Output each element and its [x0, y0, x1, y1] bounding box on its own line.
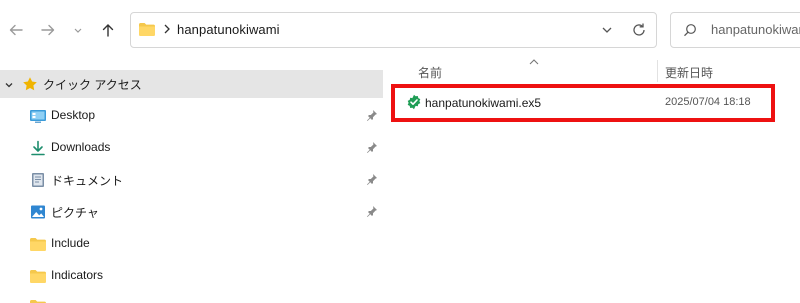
search-icon: [683, 23, 697, 40]
recent-locations-button[interactable]: [66, 18, 90, 42]
download-icon: [29, 140, 47, 156]
star-icon: [22, 76, 38, 95]
address-bar[interactable]: hanpatunokiwami: [130, 12, 657, 48]
sidebar-item-label: ピクチャ: [51, 206, 99, 220]
column-header-name[interactable]: 名前: [418, 64, 442, 81]
sidebar-item-pictures[interactable]: ピクチャ: [0, 199, 383, 225]
sort-ascending-icon: [528, 55, 540, 69]
address-path[interactable]: hanpatunokiwami: [177, 22, 280, 37]
highlight-annotation: [391, 84, 775, 122]
pin-icon[interactable]: [366, 173, 378, 188]
chevron-down-icon[interactable]: [4, 79, 14, 93]
up-arrow-icon: [102, 24, 114, 37]
pin-icon[interactable]: [366, 141, 378, 156]
pictures-icon: [29, 204, 47, 220]
sidebar-item-label: Indicators: [51, 268, 104, 282]
sidebar-item-label: Desktop: [51, 108, 96, 122]
forward-arrow-icon: [41, 24, 55, 36]
sidebar-item-desktop[interactable]: Desktop: [0, 103, 383, 129]
chevron-down-icon: [74, 28, 82, 33]
folder-icon: [29, 298, 47, 303]
folder-icon: [29, 236, 47, 252]
toolbar: hanpatunokiwami hanpatunokiwami: [0, 0, 800, 62]
up-button[interactable]: [96, 18, 120, 42]
column-header-date-modified[interactable]: 更新日時: [665, 64, 713, 81]
sidebar-item-documents[interactable]: ドキュメント: [0, 167, 383, 193]
back-button[interactable]: [4, 18, 28, 42]
sidebar-item-include[interactable]: Include: [0, 231, 383, 257]
sidebar-item-quick-access[interactable]: クイック アクセス: [0, 70, 383, 98]
folder-icon: [29, 268, 47, 284]
document-icon: [29, 172, 47, 188]
pin-icon[interactable]: [366, 109, 378, 124]
sidebar-item-downloads[interactable]: Downloads: [0, 135, 383, 161]
search-box[interactable]: hanpatunokiwami: [670, 12, 800, 48]
chevron-right-icon[interactable]: [162, 22, 172, 39]
refresh-icon[interactable]: [631, 22, 647, 41]
sidebar-item-label: Include: [51, 236, 90, 250]
pin-icon[interactable]: [366, 205, 378, 220]
sidebar-item-label: Downloads: [51, 140, 111, 154]
sidebar-item-label: クイック アクセス: [43, 78, 142, 92]
search-input[interactable]: hanpatunokiwami: [711, 22, 800, 37]
forward-button[interactable]: [36, 18, 60, 42]
sidebar-item-partial[interactable]: [0, 293, 383, 303]
column-divider[interactable]: [657, 60, 658, 82]
chevron-down-icon[interactable]: [601, 24, 613, 38]
sidebar-item-indicators[interactable]: Indicators: [0, 263, 383, 289]
back-arrow-icon: [9, 24, 23, 36]
desktop-icon: [29, 108, 47, 124]
folder-icon: [138, 21, 156, 40]
sidebar-item-label: ドキュメント: [51, 174, 124, 188]
